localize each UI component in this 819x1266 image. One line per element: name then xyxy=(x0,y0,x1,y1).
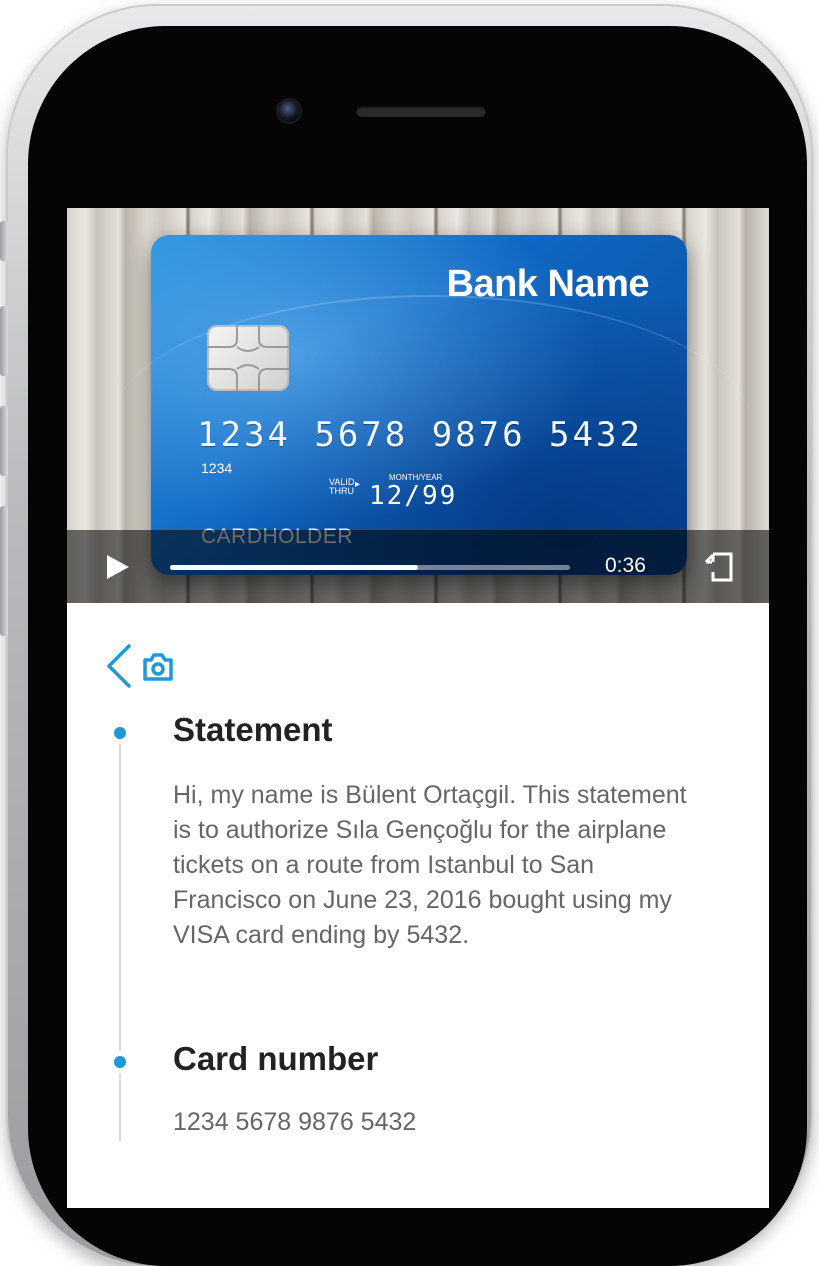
card-number-embossed: 1234 5678 9876 5432 xyxy=(197,415,643,455)
section-body-card-number: 1234 5678 9876 5432 xyxy=(173,1108,417,1136)
section-title-statement: Statement xyxy=(173,711,333,748)
camera-icon[interactable] xyxy=(141,651,175,683)
earpiece-speaker xyxy=(356,106,486,117)
card-bank-name: Bank Name xyxy=(446,263,650,305)
valid-thru-arrow-icon: ▸ xyxy=(355,479,361,490)
timeline-line xyxy=(119,731,121,1141)
chip-icon xyxy=(207,325,289,391)
phone-screen: Bank Name 1234 5678 9876 5432 1234 VALID… xyxy=(67,208,769,1208)
card-expiry: 12/99 xyxy=(369,481,458,511)
video-player[interactable]: Bank Name 1234 5678 9876 5432 1234 VALID… xyxy=(67,208,769,603)
video-progress-bar[interactable] xyxy=(170,565,570,570)
section-body-statement: Hi, my name is Bülent Ortaçgil. This sta… xyxy=(173,781,687,949)
video-time: 0:36 xyxy=(605,554,646,577)
section-title-card-number: Card number xyxy=(173,1040,379,1077)
content-toolbar xyxy=(103,643,223,691)
credit-card-image: Bank Name 1234 5678 9876 5432 1234 VALID… xyxy=(111,235,751,575)
fullscreen-icon[interactable] xyxy=(704,552,734,582)
chevron-left-icon[interactable] xyxy=(103,643,133,689)
video-controls-bar: 0:36 xyxy=(67,530,769,603)
play-icon[interactable] xyxy=(105,554,131,580)
front-camera-icon xyxy=(278,100,300,122)
video-progress-fill xyxy=(170,565,418,570)
timeline-dot-statement xyxy=(114,727,126,739)
mute-switch xyxy=(0,221,8,261)
volume-down-button xyxy=(0,406,8,476)
valid-thru-label: VALID THRU xyxy=(329,477,355,496)
volume-up-button xyxy=(0,306,8,376)
timeline-dot-card-number xyxy=(114,1056,126,1068)
card-small-code: 1234 xyxy=(201,460,233,476)
side-button xyxy=(0,506,8,636)
